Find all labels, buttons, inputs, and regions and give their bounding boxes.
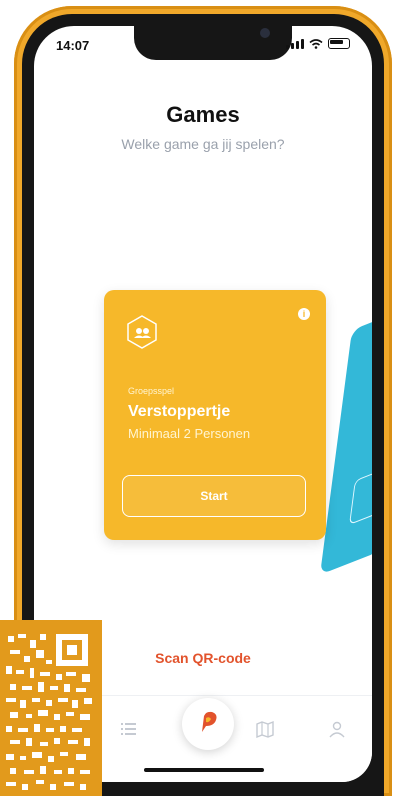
qr-code-icon [6,634,92,790]
page-title: Games [166,102,240,127]
next-game-start-button[interactable] [349,467,372,526]
game-name: Verstoppertje [128,403,231,420]
home-indicator [144,768,264,772]
status-time: 14:07 [56,38,90,53]
start-button[interactable]: Start [122,475,306,517]
qr-code [0,620,102,796]
home-tab-button[interactable] [182,698,234,750]
user-icon[interactable] [328,720,346,738]
page-subtitle: Welke game ga jij spelen? [121,136,285,152]
map-icon[interactable] [256,720,274,738]
battery-icon [328,38,350,49]
game-category: Groepsspel [128,386,175,396]
info-icon[interactable]: i [298,308,310,320]
wifi-icon [309,39,323,49]
game-players: Minimaal 2 Personen [128,426,251,441]
status-icons [286,38,350,49]
list-icon[interactable] [120,720,138,738]
group-game-icon [127,315,157,349]
game-card[interactable]: i Groepsspel Verstoppertje Minimaal 2 Pe… [104,290,326,540]
next-game-card[interactable] [319,306,372,575]
camera-icon [260,28,270,38]
notch [134,26,292,60]
signal-icon [286,39,304,49]
app-logo-icon [202,711,217,732]
